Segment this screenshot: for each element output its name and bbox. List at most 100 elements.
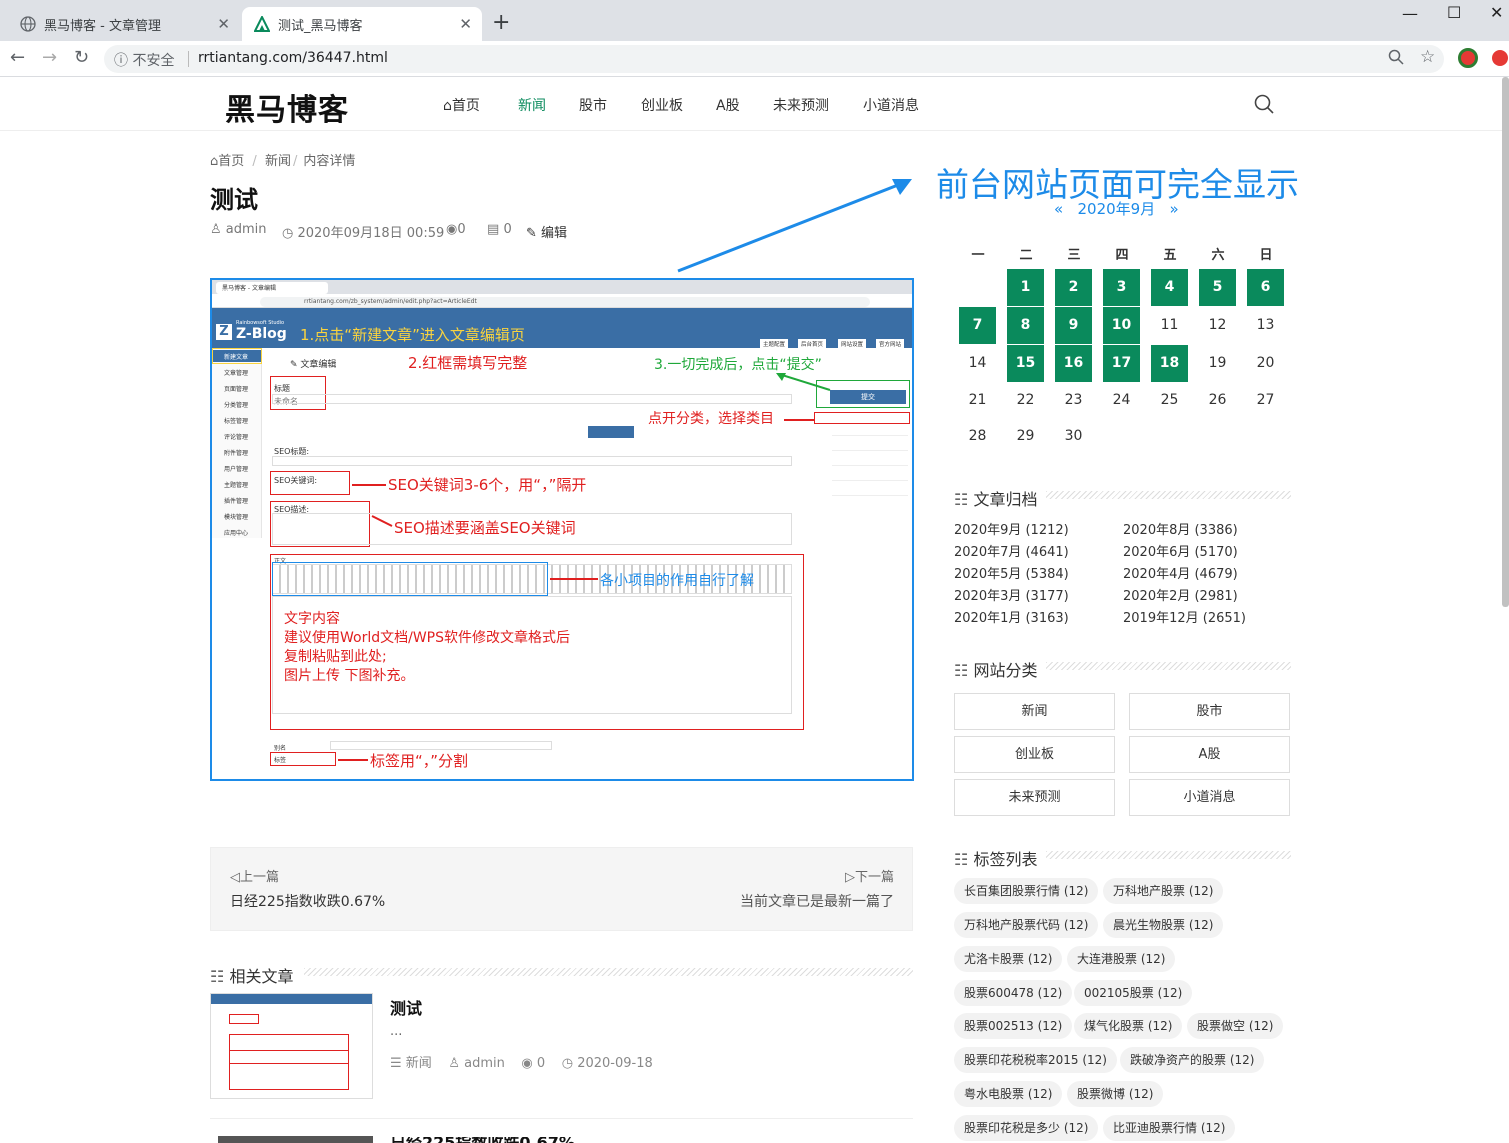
page-scrollbar[interactable] bbox=[1502, 77, 1509, 607]
calendar-day[interactable]: 15 bbox=[1007, 345, 1044, 382]
annotation-note: 2.红框需填写完整 bbox=[408, 354, 528, 372]
edit-icon: ✎ bbox=[526, 226, 537, 241]
zoom-icon[interactable] bbox=[1388, 49, 1404, 69]
heading-divider bbox=[304, 968, 913, 976]
archive-link[interactable]: 2020年1月 (3163) bbox=[954, 607, 1069, 626]
prev-article-link[interactable]: 日经225指数收跌0.67% bbox=[230, 891, 385, 911]
extension-icon[interactable] bbox=[1458, 48, 1478, 68]
zblog-logo-icon: Z bbox=[216, 324, 232, 340]
meta-author[interactable]: ♙ admin bbox=[210, 222, 267, 237]
tag-pill[interactable]: 煤气化股票 (12) bbox=[1074, 1013, 1183, 1039]
archive-link[interactable]: 2020年6月 (5170) bbox=[1123, 541, 1238, 560]
minimize-button[interactable]: — bbox=[1402, 4, 1418, 23]
tag-pill[interactable]: 万科地产股票 (12) bbox=[1103, 878, 1224, 904]
tag-pill[interactable]: 股票印花税税率2015 (12) bbox=[954, 1047, 1117, 1073]
tag-pill[interactable]: 股票印花税是多少 (12) bbox=[954, 1115, 1099, 1141]
tag-pill[interactable]: 股票600478 (12) bbox=[954, 980, 1073, 1006]
calendar-prev-button[interactable]: « bbox=[1054, 200, 1063, 218]
tag-pill[interactable]: 股票做空 (12) bbox=[1187, 1013, 1284, 1039]
back-button[interactable]: ← bbox=[10, 47, 25, 68]
window-close-button[interactable]: ✕ bbox=[1490, 3, 1503, 22]
archive-link[interactable]: 2020年3月 (3177) bbox=[954, 585, 1069, 604]
calendar-day[interactable]: 10 bbox=[1103, 307, 1140, 344]
nav-item-stocks[interactable]: 股市 bbox=[579, 95, 607, 115]
related-author[interactable]: admin bbox=[464, 1056, 505, 1071]
tag-pill[interactable]: 晨光生物股票 (12) bbox=[1103, 912, 1224, 938]
related-title-link[interactable]: 日经225指数收跌0.67% bbox=[390, 1137, 575, 1143]
category-button[interactable]: 创业板 bbox=[954, 736, 1115, 773]
nav-item-forecast[interactable]: 未来预测 bbox=[773, 95, 829, 115]
views-count: 0 bbox=[457, 222, 466, 237]
forward-button[interactable]: → bbox=[42, 47, 57, 68]
calendar-day[interactable]: 16 bbox=[1055, 345, 1092, 382]
related-thumbnail[interactable] bbox=[210, 993, 373, 1099]
calendar-day[interactable]: 1 bbox=[1007, 269, 1044, 306]
search-icon[interactable] bbox=[1254, 94, 1274, 118]
category-button[interactable]: A股 bbox=[1129, 736, 1290, 773]
tag-pill[interactable]: 比亚迪股票行情 (12) bbox=[1103, 1115, 1236, 1141]
calendar-day[interactable]: 8 bbox=[1007, 307, 1044, 344]
category-button[interactable]: 未来预测 bbox=[954, 779, 1115, 816]
tag-pill[interactable]: 万科地产股票代码 (12) bbox=[954, 912, 1099, 938]
archive-link[interactable]: 2019年12月 (2651) bbox=[1123, 607, 1246, 626]
tag-pill[interactable]: 长百集团股票行情 (12) bbox=[954, 878, 1099, 904]
nav-item-a-shares[interactable]: A股 bbox=[716, 95, 740, 115]
article-image[interactable]: 黑马博客 - 文章编辑 rrtiantang.com/zb_system/adm… bbox=[210, 278, 914, 781]
tag-pill[interactable]: 股票002513 (12) bbox=[954, 1013, 1073, 1039]
tag-pill[interactable]: 尤洛卡股票 (12) bbox=[954, 946, 1063, 972]
tag-pill[interactable]: 跌破净资产的股票 (12) bbox=[1120, 1047, 1265, 1073]
mini-menu-item: 新建文章 bbox=[224, 354, 249, 361]
security-indicator[interactable]: ⓘ 不安全 bbox=[114, 50, 174, 70]
calendar-day[interactable]: 6 bbox=[1247, 269, 1284, 306]
calendar-day[interactable]: 17 bbox=[1103, 345, 1140, 382]
breadcrumb-category[interactable]: 新闻 bbox=[265, 154, 291, 169]
bookmark-star-icon[interactable]: ☆ bbox=[1420, 47, 1435, 67]
category-button[interactable]: 股市 bbox=[1129, 693, 1290, 730]
calendar-next-button[interactable]: » bbox=[1170, 200, 1179, 218]
nav-item-rumors[interactable]: 小道消息 bbox=[863, 95, 919, 115]
nav-item-news[interactable]: 新闻 bbox=[518, 95, 546, 115]
edit-link[interactable]: ✎ 编辑 bbox=[526, 222, 567, 241]
archive-link[interactable]: 2020年9月 (1212) bbox=[954, 519, 1069, 538]
close-icon[interactable]: ✕ bbox=[217, 15, 230, 33]
site-logo[interactable]: 黑马博客 bbox=[225, 85, 349, 129]
related-thumbnail[interactable] bbox=[218, 1136, 373, 1143]
url-text[interactable]: rrtiantang.com/36447.html bbox=[198, 50, 388, 66]
close-icon[interactable]: ✕ bbox=[459, 15, 472, 33]
calendar-day[interactable]: 2 bbox=[1055, 269, 1092, 306]
archive-link[interactable]: 2020年2月 (2981) bbox=[1123, 585, 1238, 604]
calendar-day: 27 bbox=[1256, 392, 1275, 408]
browser-tab[interactable]: 黑马博客 - 文章管理 ✕ bbox=[8, 7, 240, 41]
tag-pill[interactable]: 粤水电股票 (12) bbox=[954, 1081, 1063, 1107]
mini-field-label: 标题 bbox=[274, 384, 290, 393]
extension-icon[interactable] bbox=[1492, 50, 1508, 66]
related-category[interactable]: 新闻 bbox=[406, 1056, 432, 1071]
archive-link[interactable]: 2020年5月 (5384) bbox=[954, 563, 1069, 582]
calendar-day[interactable]: 9 bbox=[1055, 307, 1092, 344]
calendar-day[interactable]: 5 bbox=[1199, 269, 1236, 306]
archive-link[interactable]: 2020年8月 (3386) bbox=[1123, 519, 1238, 538]
new-tab-button[interactable]: + bbox=[492, 10, 510, 35]
tag-pill[interactable]: 股票微博 (12) bbox=[1067, 1081, 1164, 1107]
category-button[interactable]: 小道消息 bbox=[1129, 779, 1290, 816]
archive-link[interactable]: 2020年4月 (4679) bbox=[1123, 563, 1238, 582]
nav-item-home[interactable]: ⌂首页 bbox=[443, 95, 480, 115]
breadcrumb-home[interactable]: 首页 bbox=[218, 154, 244, 169]
nav-item-gem[interactable]: 创业板 bbox=[641, 95, 683, 115]
url-bar[interactable]: ⓘ 不安全 rrtiantang.com/36447.html bbox=[104, 45, 1444, 73]
calendar-day[interactable]: 7 bbox=[959, 307, 996, 344]
calendar-day[interactable]: 4 bbox=[1151, 269, 1188, 306]
related-title-link[interactable]: 测试 bbox=[390, 995, 422, 1019]
tag-pill[interactable]: 大连港股票 (12) bbox=[1067, 946, 1176, 972]
browser-tab-active[interactable]: 测试_黑马博客 ✕ bbox=[242, 7, 482, 41]
reload-button[interactable]: ↻ bbox=[74, 47, 89, 68]
content-line: 文字内容 bbox=[284, 611, 340, 627]
tags-heading-text: 标签列表 bbox=[973, 850, 1038, 869]
tag-pill[interactable]: 002105股票 (12) bbox=[1074, 980, 1193, 1006]
category-button[interactable]: 新闻 bbox=[954, 693, 1115, 730]
maximize-button[interactable]: ☐ bbox=[1447, 3, 1461, 22]
archive-link[interactable]: 2020年7月 (4641) bbox=[954, 541, 1069, 560]
calendar-day: 28 bbox=[968, 428, 987, 444]
calendar-day[interactable]: 18 bbox=[1151, 345, 1188, 382]
calendar-day[interactable]: 3 bbox=[1103, 269, 1140, 306]
